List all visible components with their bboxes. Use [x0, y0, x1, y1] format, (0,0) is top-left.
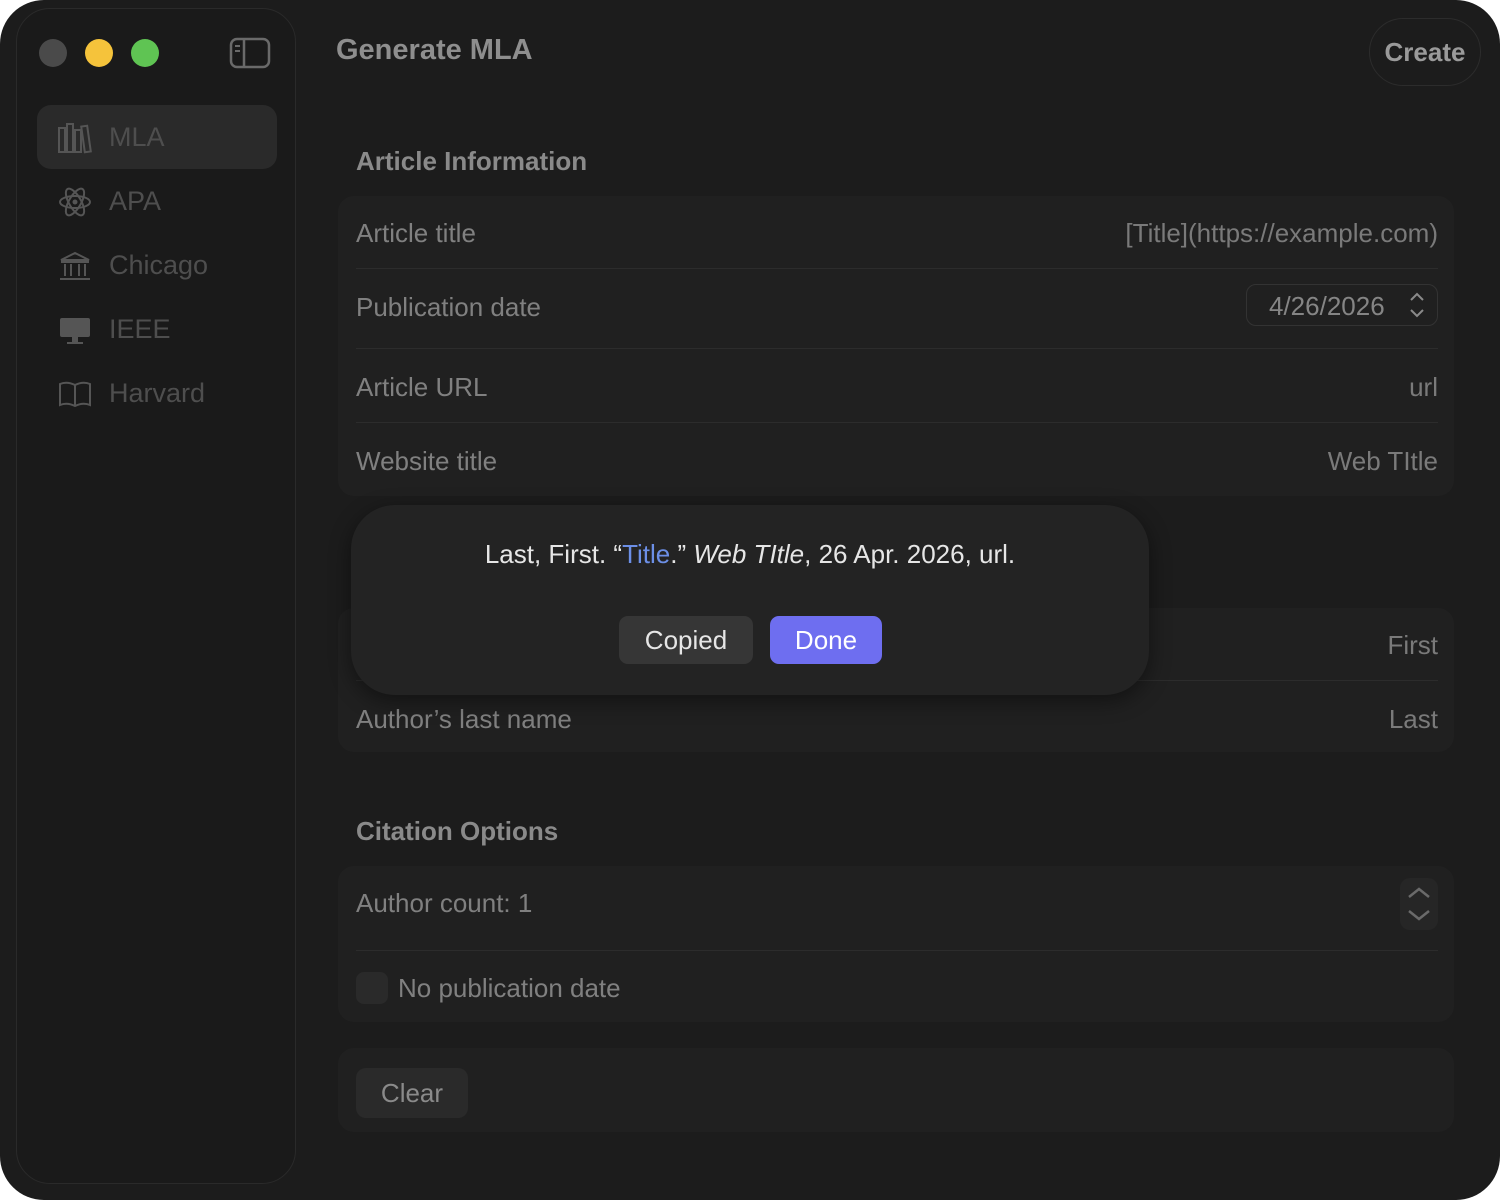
books-icon [58, 123, 92, 154]
no-publication-date-checkbox[interactable] [356, 972, 388, 1004]
sidebar: MLA APA Chicago IEEE Harvard [16, 8, 296, 1184]
done-button[interactable]: Done [770, 616, 882, 664]
article-section-title: Article Information [356, 146, 588, 176]
sidebar-item-ieee[interactable]: IEEE [37, 297, 277, 361]
article-info-card: Article title [Title](https://example.co… [338, 196, 1454, 496]
app-window: MLA APA Chicago IEEE Harvard Generate ML… [0, 0, 1500, 1200]
create-button[interactable]: Create [1369, 18, 1481, 86]
publication-date-value: 4/26/2026 [1269, 291, 1385, 321]
chevron-up-down-icon[interactable] [1407, 289, 1427, 321]
citation-prefix: Last, First. “ [484, 539, 623, 569]
article-title-field[interactable]: [Title](https://example.com) [1125, 218, 1438, 249]
divider [356, 422, 1438, 423]
citation-title-link[interactable]: Title [622, 539, 670, 569]
no-publication-date-label: No publication date [398, 973, 621, 1003]
page-title: Generate MLA [336, 34, 533, 66]
sidebar-item-label: APA [109, 185, 162, 216]
author-count-stepper[interactable] [1400, 878, 1438, 930]
citation-website: Web TItle [693, 539, 805, 569]
sidebar-item-label: IEEE [109, 313, 171, 344]
citation-mid: .” [670, 539, 694, 569]
stepper-arrows-icon[interactable] [1400, 878, 1438, 930]
article-title-label: Article title [356, 218, 476, 248]
website-title-field[interactable]: Web TItle [1328, 446, 1438, 477]
citation-options-card: Author count: 1 No publication date [338, 866, 1454, 1022]
publication-date-label: Publication date [356, 292, 542, 322]
divider [356, 268, 1438, 269]
citation-suffix: , 26 Apr. 2026, url. [804, 539, 1016, 569]
sidebar-item-label: Harvard [109, 377, 206, 408]
building-columns-icon [60, 251, 90, 280]
book-icon [59, 381, 91, 408]
atom-icon [59, 187, 91, 217]
actions-card: Clear [338, 1048, 1454, 1132]
desktop-icon [60, 318, 90, 344]
article-url-field[interactable]: url [1409, 372, 1438, 403]
sidebar-item-chicago[interactable]: Chicago [37, 233, 277, 297]
sidebar-item-label: MLA [109, 121, 165, 152]
author-first-name-field[interactable]: First [1387, 630, 1438, 661]
citation-popover: Last, First. “Title.” Web TItle, 26 Apr.… [351, 505, 1149, 695]
sidebar-item-label: Chicago [109, 249, 209, 280]
website-title-label: Website title [356, 446, 498, 476]
minimize-window-button[interactable] [85, 39, 113, 67]
sidebar-item-mla[interactable]: MLA [37, 105, 277, 169]
zoom-window-button[interactable] [131, 39, 159, 67]
author-count-label: Author count: 1 [356, 888, 533, 918]
author-last-name-field[interactable]: Last [1389, 704, 1438, 735]
article-url-label: Article URL [356, 372, 488, 402]
citation-text: Last, First. “Title.” Web TItle, 26 Apr.… [351, 539, 1149, 570]
copied-button[interactable]: Copied [619, 616, 753, 664]
divider [356, 950, 1438, 951]
author-last-name-label: Author’s last name [356, 704, 572, 734]
sidebar-item-harvard[interactable]: Harvard [37, 361, 277, 425]
sidebar-item-apa[interactable]: APA [37, 169, 277, 233]
sidebar-toggle-icon[interactable] [229, 37, 271, 69]
options-section-title: Citation Options [356, 816, 559, 846]
divider [356, 348, 1438, 349]
clear-button[interactable]: Clear [356, 1068, 468, 1118]
citation-style-list: MLA APA Chicago IEEE Harvard [37, 105, 277, 425]
publication-date-picker[interactable]: 4/26/2026 [1246, 284, 1438, 326]
close-window-button[interactable] [39, 39, 67, 67]
